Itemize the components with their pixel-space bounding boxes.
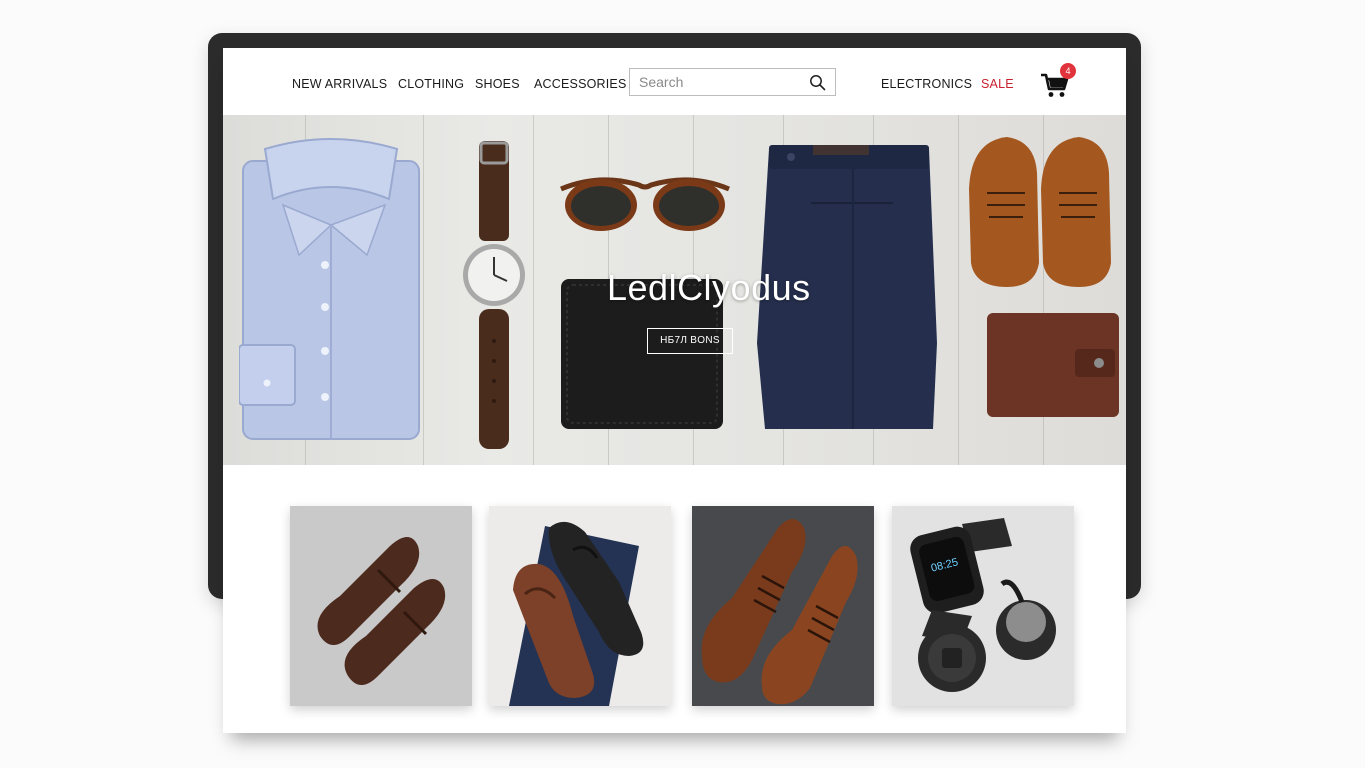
nav-accessories[interactable]: ACCESSORIES <box>534 77 627 91</box>
search-icon[interactable] <box>809 74 826 91</box>
browser-screen: NEW ARRIVALS CLOTHING SHOES ACCESSORIES … <box>223 48 1126 733</box>
hero-banner: LedlClyodus HБ7Л BONS <box>223 115 1126 465</box>
sunglasses-image <box>560 177 730 231</box>
product-card[interactable] <box>290 506 472 706</box>
search-input[interactable] <box>630 69 814 95</box>
hero-title: LedlClyodus <box>607 267 811 308</box>
nav-shoes[interactable]: SHOES <box>475 77 520 91</box>
smartwatch-and-charger-image: 08:25 <box>892 506 1074 706</box>
cart-button[interactable]: 4 <box>1040 63 1080 102</box>
cart-count-badge: 4 <box>1060 63 1076 79</box>
nav-clothing[interactable]: CLOTHING <box>398 77 464 91</box>
brown-derby-shoes-image <box>692 506 874 706</box>
nav-sale[interactable]: SALE <box>981 77 1014 91</box>
hero-cta-button[interactable]: HБ7Л BONS <box>647 328 733 354</box>
nav-new-arrivals[interactable]: NEW ARRIVALS <box>292 77 387 91</box>
search-box <box>629 68 836 96</box>
nav-electronics[interactable]: ELECTRONICS <box>881 77 972 91</box>
brown-loafers-image <box>290 506 472 706</box>
product-card[interactable] <box>489 506 671 706</box>
brown-wallet-image <box>987 313 1119 417</box>
product-card[interactable]: 08:25 <box>892 506 1074 706</box>
wristwatch-image <box>463 141 525 449</box>
brown-and-black-loafers-image <box>489 506 671 706</box>
product-card[interactable] <box>692 506 874 706</box>
dress-shirt-image <box>239 138 420 440</box>
brown-oxford-shoes-image <box>969 137 1111 287</box>
site-header: NEW ARRIVALS CLOTHING SHOES ACCESSORIES … <box>223 48 1126 115</box>
